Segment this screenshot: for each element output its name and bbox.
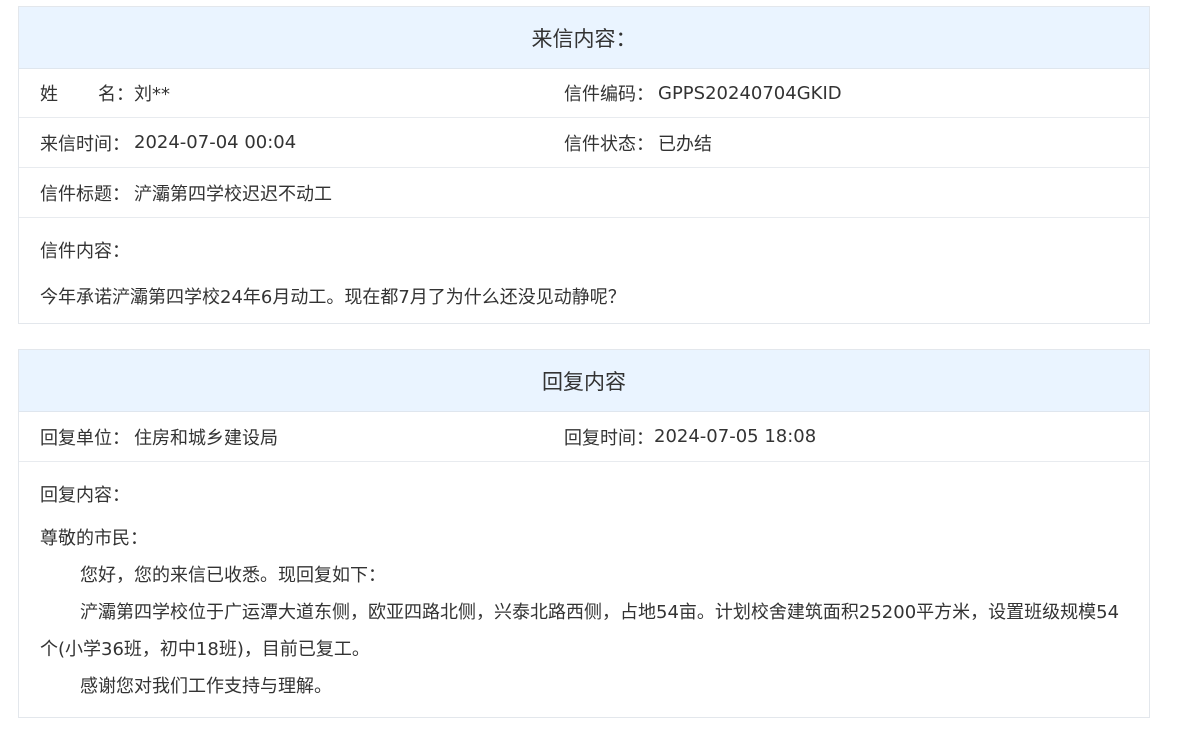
letter-code-cell: 信件编码： GPPS20240704GKID xyxy=(564,80,1149,106)
letter-time-label: 来信时间： xyxy=(40,133,130,155)
reply-panel-title: 回复内容 xyxy=(542,369,626,394)
letter-name-cell: 姓 名： 刘** xyxy=(19,80,564,106)
reply-greeting: 尊敬的市民： xyxy=(40,528,148,549)
code-label: 信件编码： xyxy=(564,84,654,105)
reply-content-block: 回复内容： 尊敬的市民： 您好，您的来信已收悉。现回复如下： 浐灞第四学校位于广… xyxy=(19,462,1149,705)
reply-row-unit-time: 回复单位： 住房和城乡建设局 回复时间： 2024-07-05 18:08 xyxy=(19,412,1149,462)
letter-status-cell: 信件状态： 已办结 xyxy=(564,130,1149,156)
letter-subject-cell: 信件标题： 浐灞第四学校迟迟不动工 xyxy=(19,180,332,206)
reply-body: 尊敬的市民： 您好，您的来信已收悉。现回复如下： 浐灞第四学校位于广运潭大道东侧… xyxy=(40,508,1129,705)
letter-panel: 来信内容： 姓 名： 刘** 信件编码： GPPS20240704GKID 来信… xyxy=(18,6,1150,324)
reply-paragraph-3: 感谢您对我们工作支持与理解。 xyxy=(80,676,332,697)
status-label: 信件状态： xyxy=(564,133,654,155)
name-value: 刘** xyxy=(134,84,170,105)
reply-unit-value: 住房和城乡建设局 xyxy=(134,427,278,449)
reply-paragraph-2: 浐灞第四学校位于广运潭大道东侧，欧亚四路北侧，兴泰北路西侧，占地54亩。计划校舍… xyxy=(40,602,1120,660)
name-label-part1: 姓 xyxy=(40,84,58,105)
reply-panel: 回复内容 回复单位： 住房和城乡建设局 回复时间： 2024-07-05 18:… xyxy=(18,349,1150,718)
reply-panel-header: 回复内容 xyxy=(19,350,1149,412)
letter-time-value: 2024-07-04 00:04 xyxy=(134,132,297,153)
letter-content-block: 信件内容： 今年承诺浐灞第四学校24年6月动工。现在都7月了为什么还没见动静呢？ xyxy=(19,218,1149,310)
code-value: GPPS20240704GKID xyxy=(658,82,842,104)
letter-content-label: 信件内容： xyxy=(40,241,130,262)
letter-row-time-status: 来信时间： 2024-07-04 00:04 信件状态： 已办结 xyxy=(19,118,1149,168)
reply-unit-label: 回复单位： xyxy=(40,427,130,449)
letter-row-subject: 信件标题： 浐灞第四学校迟迟不动工 xyxy=(19,168,1149,218)
reply-paragraph-1: 您好，您的来信已收悉。现回复如下： xyxy=(80,565,386,586)
reply-time-label: 回复时间： xyxy=(564,427,654,449)
status-value: 已办结 xyxy=(658,133,712,155)
letter-panel-title: 来信内容： xyxy=(531,26,637,51)
reply-content-label: 回复内容： xyxy=(40,485,130,506)
reply-time-cell: 回复时间： 2024-07-05 18:08 xyxy=(564,424,1149,450)
subject-value: 浐灞第四学校迟迟不动工 xyxy=(134,183,332,205)
letter-content-text: 今年承诺浐灞第四学校24年6月动工。现在都7月了为什么还没见动静呢？ xyxy=(40,287,626,308)
name-label-part2: 名： xyxy=(98,84,134,105)
subject-label: 信件标题： xyxy=(40,183,130,205)
letter-panel-header: 来信内容： xyxy=(19,7,1149,69)
reply-time-value: 2024-07-05 18:08 xyxy=(654,426,817,447)
reply-unit-cell: 回复单位： 住房和城乡建设局 xyxy=(19,424,564,450)
letter-time-cell: 来信时间： 2024-07-04 00:04 xyxy=(19,130,564,156)
letter-row-name-code: 姓 名： 刘** 信件编码： GPPS20240704GKID xyxy=(19,69,1149,118)
